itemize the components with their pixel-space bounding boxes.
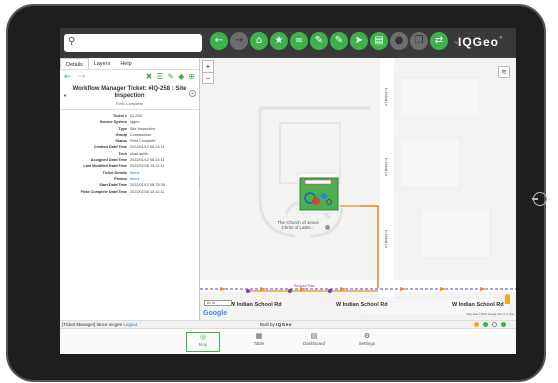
feature-header: ▼ Workflow Manager Ticket: #IQ-258 : Sit… [60, 84, 199, 110]
list-icon[interactable]: ☰ [156, 72, 163, 81]
send-icon[interactable]: ➤ [350, 32, 368, 50]
road-label-vertical-3: N 192nd Ln [384, 230, 388, 249]
zoom-in-button[interactable]: + [203, 61, 213, 72]
dashboard-icon: ▤ [310, 332, 318, 340]
church-label: The Church of Jesus Christ of Latter... [277, 220, 319, 230]
zoom-control: + − [202, 60, 214, 84]
feature-subtitle: Field Complete [116, 101, 143, 106]
nav-settings-label: Settings [358, 341, 376, 346]
property-value: 2022/02/28 13:11:11 [130, 189, 165, 194]
back-icon[interactable]: ← [210, 32, 228, 50]
map-canvas [200, 58, 516, 320]
church-poi: The Church of Jesus Christ of Latter... [272, 220, 331, 231]
sync-status-icon[interactable] [483, 322, 488, 327]
next-arrow-icon[interactable]: → [78, 72, 86, 82]
zoom-out-button[interactable]: − [203, 72, 213, 83]
nav-table[interactable]: ▦ Table [242, 332, 276, 352]
details-panel: Details Layers Help ← → ✖ ☰ ✎ ◆ ⊕ ▼ Work… [60, 58, 200, 320]
tab-details[interactable]: Details [60, 58, 89, 69]
tab-help[interactable]: Help [115, 58, 136, 69]
link-icon[interactable]: ∞ [290, 32, 308, 50]
map-pin-icon: ◎ [199, 333, 207, 341]
warning-status-icon[interactable] [474, 322, 479, 327]
app-logo: IQGeo● [458, 35, 504, 49]
top-toolbar: ⚲ ← → ⌂ ★ ∞ ✎ ✎ ➤ ▤ ● ❐ ⇄ ⌄ IQGeo● [60, 28, 516, 58]
google-logo: Google [203, 310, 228, 317]
road-label-1: W Indian School Rd [230, 302, 282, 308]
prev-arrow-icon[interactable]: ← [64, 72, 72, 82]
route-label: Revised Plan [294, 284, 315, 288]
details-toolbar: ← → ✖ ☰ ✎ ◆ ⊕ [60, 70, 199, 84]
panel-tabs: Details Layers Help [60, 58, 199, 70]
user-label: [Ticket Manager] lance.mcgee [62, 322, 123, 327]
zoom-to-icon[interactable]: ⊕ [188, 72, 195, 81]
forward-icon[interactable]: → [230, 32, 248, 50]
map-view[interactable]: + − ≋ N 192nd Ln N 192nd Ln N 192nd Ln T… [200, 58, 516, 320]
copy-icon[interactable]: ❐ [410, 32, 428, 50]
user-icon[interactable]: ● [390, 32, 408, 50]
online-status-icon[interactable] [501, 322, 506, 327]
search-icon: ⚲ [68, 36, 76, 47]
app-screen: ⚲ ← → ⌂ ★ ∞ ✎ ✎ ➤ ▤ ● ❐ ⇄ ⌄ IQGeo● Detai… [60, 28, 516, 354]
poi-pin-icon [325, 225, 331, 231]
search-input[interactable]: ⚲ [64, 34, 202, 52]
property-list: Ticket # IQ-258 Source System Iqgeo Type Site… [60, 110, 199, 195]
settings-icon: ⚙ [363, 332, 371, 340]
nav-settings[interactable]: ⚙ Settings [350, 332, 384, 352]
road-label-vertical: N 192nd Ln [384, 88, 388, 107]
nav-dashboard-label: Dashboard [302, 341, 325, 346]
road-label-2: W Indian School Rd [336, 302, 388, 308]
home-icon[interactable]: ⌂ [250, 32, 268, 50]
navigate-icon[interactable]: ◆ [178, 72, 184, 81]
property-key: Field Complete Date/Time [80, 189, 127, 194]
status-bar: [Ticket Manager] lance.mcgee Logout Buil… [60, 320, 516, 328]
tablet-home-button[interactable] [532, 192, 547, 206]
property-row: Field Complete Date/Time 2022/02/28 13:11… [60, 189, 199, 195]
built-by-logo: IQGeo [276, 322, 293, 327]
road-label-3: W Indian School Rd [452, 302, 504, 308]
feature-title: Workflow Manager Ticket: #IQ-258 : Site … [72, 86, 187, 99]
built-by-label: Built by [260, 322, 275, 327]
add-icon[interactable]: + [189, 90, 196, 97]
collapse-caret-icon[interactable]: ▼ [63, 93, 67, 98]
star-icon[interactable]: ★ [270, 32, 288, 50]
status-icons [474, 322, 506, 327]
map-attribution[interactable]: Map data ©2022 Google Terms of Use [466, 312, 514, 316]
street-view-pegman-icon[interactable] [505, 294, 510, 304]
tab-layers[interactable]: Layers [89, 58, 116, 69]
map-scale: 61 m [204, 300, 232, 306]
info-status-icon[interactable] [492, 322, 497, 327]
built-by: Built by IQGeo [260, 322, 292, 327]
bottom-navigation: ◎ Map ▦ Table ▤ Dashboard ⚙ Settings [60, 328, 516, 354]
toolbar-icons: ← → ⌂ ★ ∞ ✎ ✎ ➤ ▤ ● ❐ ⇄ ⌄ [210, 32, 461, 50]
user-info: [Ticket Manager] lance.mcgee Logout [62, 322, 137, 327]
edit-icon[interactable]: ✎ [167, 72, 174, 81]
share-icon[interactable]: ⇄ [430, 32, 448, 50]
logout-link[interactable]: Logout [123, 322, 137, 327]
edit-icon-2[interactable]: ✎ [330, 32, 348, 50]
edit-icon[interactable]: ✎ [310, 32, 328, 50]
road-label-vertical-2: N 192nd Ln [384, 158, 388, 177]
close-icon[interactable]: ✖ [146, 72, 153, 81]
layers-icon[interactable]: ≋ [498, 66, 510, 78]
table-icon: ▦ [255, 332, 263, 340]
nav-dashboard[interactable]: ▤ Dashboard [297, 332, 331, 352]
nav-map[interactable]: ◎ Map [186, 332, 220, 352]
print-icon[interactable]: ▤ [370, 32, 388, 50]
nav-table-label: Table [253, 341, 265, 346]
nav-map-label: Map [198, 342, 208, 347]
